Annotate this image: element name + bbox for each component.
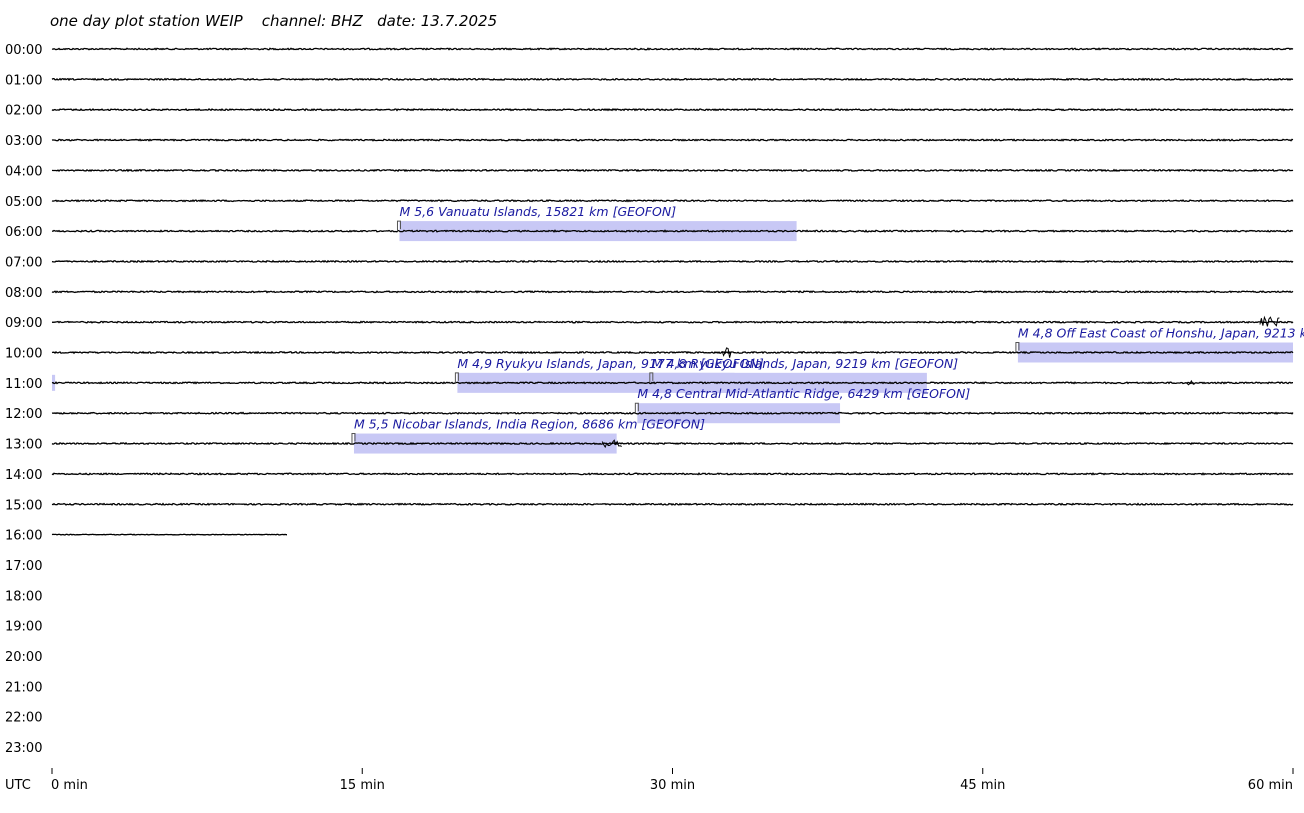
hour-label-0100: 01:00 (5, 73, 42, 88)
trace-hour-15 (51, 502, 1294, 506)
trace-hour-3 (51, 138, 1294, 142)
hour-label-2300: 23:00 (5, 741, 42, 756)
hour-label-2100: 21:00 (5, 680, 42, 695)
hour-label-0800: 08:00 (5, 286, 42, 301)
trace-hour-1 (51, 77, 1294, 82)
hour-label-0000: 00:00 (5, 43, 42, 58)
hour-label-1900: 19:00 (5, 620, 42, 635)
trace-hour-0 (51, 47, 1294, 51)
event-label-5: M 5,5 Nicobar Islands, India Region, 868… (354, 417, 705, 432)
x-tick-label-3: 45 min (960, 778, 1005, 793)
trace-hour-16 (51, 533, 287, 536)
event-label-1: M 4,8 Off East Coast of Honshu, Japan, 9… (1018, 326, 1304, 341)
trace-hour-13 (51, 441, 1294, 446)
hour-label-1200: 12:00 (5, 407, 42, 422)
trace-hour-7 (51, 259, 1294, 264)
event-label-4: M 4,8 Central Mid-Atlantic Ridge, 6429 k… (637, 386, 970, 401)
hour-label-2000: 20:00 (5, 650, 42, 665)
trace-hour-4 (51, 168, 1294, 173)
x-tick-label-2: 30 min (650, 778, 695, 793)
event-label-3: M 4,8 Ryukyu Islands, Japan, 9219 km [GE… (652, 356, 958, 371)
x-tick-label-4: 60 min (1248, 778, 1293, 793)
trace-hour-2 (51, 108, 1294, 112)
hour-label-1300: 13:00 (5, 438, 42, 453)
trace-hour-9 (51, 320, 1294, 324)
timezone-label: UTC (5, 778, 31, 793)
hour-label-0900: 09:00 (5, 316, 42, 331)
hour-label-1600: 16:00 (5, 529, 42, 544)
hour-label-1000: 10:00 (5, 347, 42, 362)
hour-label-1100: 11:00 (5, 377, 42, 392)
hour-label-1700: 17:00 (5, 559, 42, 574)
hour-label-1500: 15:00 (5, 498, 42, 513)
trace-hour-11 (51, 381, 1293, 385)
trace-hour-8 (51, 290, 1294, 294)
trace-hour-6 (51, 229, 1294, 233)
trace-hour-14 (51, 472, 1294, 476)
hour-label-1800: 18:00 (5, 589, 42, 604)
hour-label-0500: 05:00 (5, 195, 42, 210)
hour-label-0700: 07:00 (5, 255, 42, 270)
hour-label-2200: 22:00 (5, 711, 42, 726)
trace-hour-12 (51, 411, 1294, 415)
hour-label-0600: 06:00 (5, 225, 42, 240)
hour-label-0200: 02:00 (5, 104, 42, 119)
hour-labels: 00:00 01:00 02:00 03:00 04:00 05:00 06:00 07:00… (5, 43, 42, 756)
hour-label-0400: 04:00 (5, 164, 42, 179)
hour-label-1400: 14:00 (5, 468, 42, 483)
x-tick-label-1: 15 min (340, 778, 385, 793)
hour-label-0300: 03:00 (5, 134, 42, 149)
seismogram-traces (51, 47, 1294, 536)
x-tick-label-0: 0 min (51, 778, 88, 793)
event-label-0: M 5,6 Vanuatu Islands, 15821 km [GEOFON] (399, 204, 676, 219)
x-axis: 0 min 15 min 30 min 45 min 60 min UTC (5, 768, 1294, 793)
trace-hour-5 (51, 199, 1294, 203)
seismogram-plot: M 5,6 Vanuatu Islands, 15821 km [GEOFON]… (5, 43, 1304, 793)
